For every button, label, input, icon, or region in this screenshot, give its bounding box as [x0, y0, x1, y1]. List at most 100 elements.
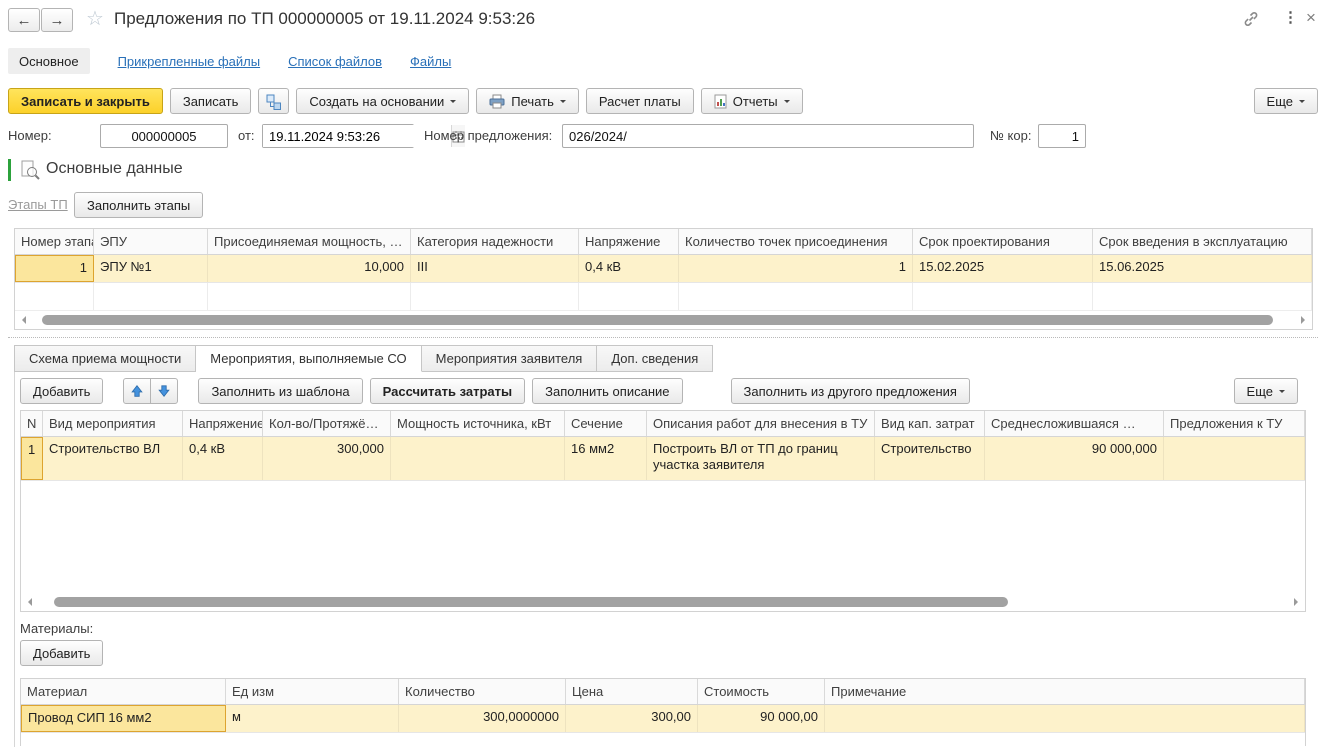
date-field[interactable] [263, 125, 451, 147]
more-button[interactable]: Еще [1254, 88, 1318, 114]
forward-button[interactable]: → [41, 8, 73, 32]
scroll-left-arrow-icon[interactable] [18, 316, 26, 324]
table-cell[interactable]: 90 000,000 [985, 437, 1164, 480]
table-cell[interactable]: 90 000,00 [698, 705, 825, 732]
column-header[interactable]: Описания работ для внесения в ТУ [647, 411, 875, 436]
table-cell[interactable] [391, 437, 565, 480]
table-cell[interactable]: м [226, 705, 399, 732]
more-menu-icon[interactable]: ⋮ [1283, 8, 1298, 26]
column-header[interactable]: Ед изм [226, 679, 399, 704]
main-toolbar: Записать и закрыть Записать Создать на о… [8, 88, 803, 114]
scroll-track[interactable] [35, 597, 1291, 607]
calc-costs-button[interactable]: Рассчитать затраты [370, 378, 526, 404]
column-header[interactable]: Мощность источника, кВт [391, 411, 565, 436]
table-cell[interactable]: 300,000 [263, 437, 391, 480]
back-button[interactable]: ← [8, 8, 40, 32]
table-cell[interactable] [825, 705, 1305, 732]
scroll-thumb[interactable] [42, 315, 1273, 325]
scroll-thumb[interactable] [54, 597, 1009, 607]
table-cell[interactable]: 0,4 кВ [579, 255, 679, 282]
close-icon[interactable]: × [1306, 8, 1316, 28]
column-header[interactable]: ЭПУ [94, 229, 208, 254]
table-cell[interactable]: 10,000 [208, 255, 411, 282]
fill-description-button[interactable]: Заполнить описание [532, 378, 682, 404]
table-cell[interactable]: Построить ВЛ от ТП до границ участка зая… [647, 437, 875, 480]
get-link-icon[interactable] [1242, 10, 1260, 31]
column-header[interactable]: Вид кап. затрат [875, 411, 985, 436]
payment-calc-button[interactable]: Расчет платы [586, 88, 694, 114]
column-header[interactable]: Стоимость [698, 679, 825, 704]
horizontal-scrollbar[interactable] [21, 593, 1305, 611]
column-header[interactable]: Напряжение [579, 229, 679, 254]
column-header[interactable]: Присоединяемая мощность, … [208, 229, 411, 254]
save-close-button[interactable]: Записать и закрыть [8, 88, 163, 114]
nav-link-files[interactable]: Файлы [410, 54, 451, 69]
table-cell[interactable] [1164, 437, 1305, 480]
scroll-left-arrow-icon[interactable] [24, 598, 32, 606]
favorite-star-icon[interactable]: ☆ [86, 9, 104, 29]
table-cell[interactable]: 1 [21, 437, 43, 480]
table-cell[interactable]: Провод СИП 16 мм2 [21, 705, 226, 732]
forward-icon: → [50, 12, 65, 29]
column-header[interactable]: Напряжение [183, 411, 263, 436]
correction-number-field[interactable] [1038, 124, 1086, 148]
table-cell[interactable]: 16 мм2 [565, 437, 647, 480]
table-cell[interactable]: Строительство ВЛ [43, 437, 183, 480]
add-button[interactable]: Добавить [20, 378, 103, 404]
date-field-wrap [262, 124, 414, 148]
stages-link[interactable]: Этапы ТП [8, 197, 68, 212]
column-header[interactable]: Примечание [825, 679, 1305, 704]
nav-link-attached-files[interactable]: Прикрепленные файлы [118, 54, 261, 69]
create-based-on-icon-button[interactable] [258, 88, 289, 114]
create-based-on-button[interactable]: Создать на основании [296, 88, 469, 114]
horizontal-scrollbar[interactable] [15, 311, 1312, 329]
reports-button[interactable]: Отчеты [701, 88, 803, 114]
nav-link-file-list[interactable]: Список файлов [288, 54, 382, 69]
back-icon: ← [17, 12, 32, 29]
column-header[interactable]: N [21, 411, 43, 436]
column-header[interactable]: Кол-во/Протяжё… [263, 411, 391, 436]
content-tab-applicant-measures[interactable]: Мероприятия заявителя [422, 345, 598, 372]
column-header[interactable]: Цена [566, 679, 698, 704]
save-button[interactable]: Записать [170, 88, 252, 114]
move-down-button[interactable] [150, 378, 178, 404]
table-cell[interactable]: Строительство [875, 437, 985, 480]
scroll-track[interactable] [29, 315, 1298, 325]
measures-more-button[interactable]: Еще [1234, 378, 1298, 404]
table-cell[interactable]: 15.02.2025 [913, 255, 1093, 282]
column-header[interactable]: Срок введения в эксплуатацию [1093, 229, 1312, 254]
table-cell[interactable]: III [411, 255, 579, 282]
column-header[interactable]: Среднесложившаяся … [985, 411, 1164, 436]
table-cell[interactable]: 0,4 кВ [183, 437, 263, 480]
scroll-right-arrow-icon[interactable] [1301, 316, 1309, 324]
table-cell[interactable]: 300,0000000 [399, 705, 566, 732]
empty-cell [1093, 283, 1312, 310]
column-header[interactable]: Количество точек присоединения [679, 229, 913, 254]
column-header[interactable]: Количество [399, 679, 566, 704]
column-header[interactable]: Материал [21, 679, 226, 704]
column-header[interactable]: Категория надежности [411, 229, 579, 254]
table-cell[interactable]: ЭПУ №1 [94, 255, 208, 282]
table-cell[interactable]: 1 [15, 255, 94, 282]
nav-tab-main[interactable]: Основное [8, 48, 90, 74]
column-header[interactable]: Номер этапа [15, 229, 94, 254]
fill-stages-button[interactable]: Заполнить этапы [74, 192, 203, 218]
proposal-number-field[interactable] [562, 124, 974, 148]
column-header[interactable]: Предложения к ТУ [1164, 411, 1305, 436]
column-header[interactable]: Вид мероприятия [43, 411, 183, 436]
fill-from-template-button[interactable]: Заполнить из шаблона [198, 378, 362, 404]
table-cell[interactable]: 300,00 [566, 705, 698, 732]
print-button[interactable]: Печать [476, 88, 579, 114]
move-up-button[interactable] [123, 378, 151, 404]
scroll-right-arrow-icon[interactable] [1294, 598, 1302, 606]
fill-from-other-proposal-button[interactable]: Заполнить из другого предложения [731, 378, 970, 404]
content-tab-scheme[interactable]: Схема приема мощности [14, 345, 196, 372]
table-cell[interactable]: 1 [679, 255, 913, 282]
number-field[interactable] [100, 124, 228, 148]
table-cell[interactable]: 15.06.2025 [1093, 255, 1312, 282]
add-material-button[interactable]: Добавить [20, 640, 103, 666]
content-tab-so-measures[interactable]: Мероприятия, выполняемые СО [196, 345, 421, 372]
column-header[interactable]: Срок проектирования [913, 229, 1093, 254]
content-tab-additional[interactable]: Доп. сведения [597, 345, 713, 372]
column-header[interactable]: Сечение [565, 411, 647, 436]
